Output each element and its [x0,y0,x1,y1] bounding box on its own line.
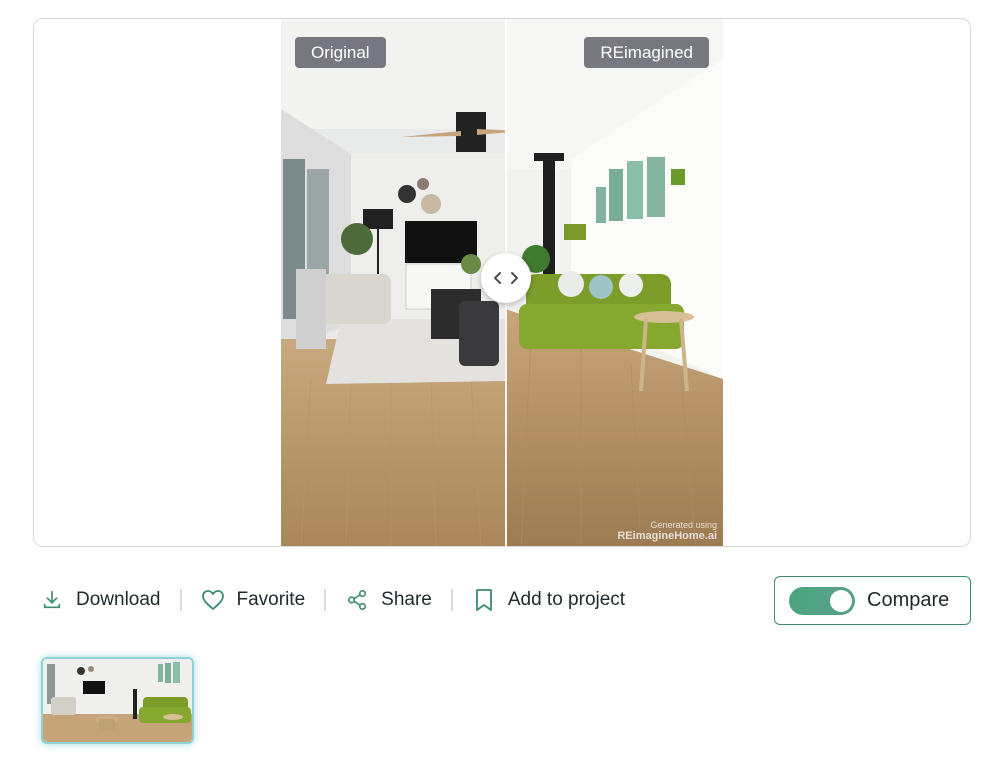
result-thumbnail[interactable] [41,657,194,744]
divider [179,589,182,611]
compare-toggle-switch[interactable] [789,586,855,615]
download-label: Download [76,589,161,610]
favorite-button[interactable]: Favorite [201,588,306,612]
thumbnail-image [43,659,192,742]
share-button[interactable]: Share [345,588,432,612]
divider [450,589,453,611]
favorite-label: Favorite [236,589,306,610]
toggle-knob [830,589,852,612]
compare-toggle-button[interactable]: Compare [774,576,971,625]
action-bar: Download Favorite Share Add to project [40,580,625,620]
download-button[interactable]: Download [40,588,161,612]
divider [324,589,327,611]
compare-image-area[interactable]: Original REimagined Generated using REim… [281,19,723,546]
heart-icon [201,588,225,612]
download-icon [40,588,64,612]
reimagined-label: REimagined [584,37,709,68]
chevrons-left-right-icon [493,271,519,285]
watermark-line2: REimagineHome.ai [617,530,717,542]
add-to-project-button[interactable]: Add to project [472,588,625,612]
share-label: Share [381,589,432,610]
image-compare-viewer: Original REimagined Generated using REim… [33,18,971,547]
add-to-project-label: Add to project [507,589,626,610]
watermark: Generated using REimagineHome.ai [617,520,717,542]
original-label: Original [295,37,386,68]
compare-label: Compare [867,589,950,611]
share-icon [345,588,369,612]
bookmark-icon [472,588,496,612]
compare-slider-handle[interactable] [481,253,531,303]
